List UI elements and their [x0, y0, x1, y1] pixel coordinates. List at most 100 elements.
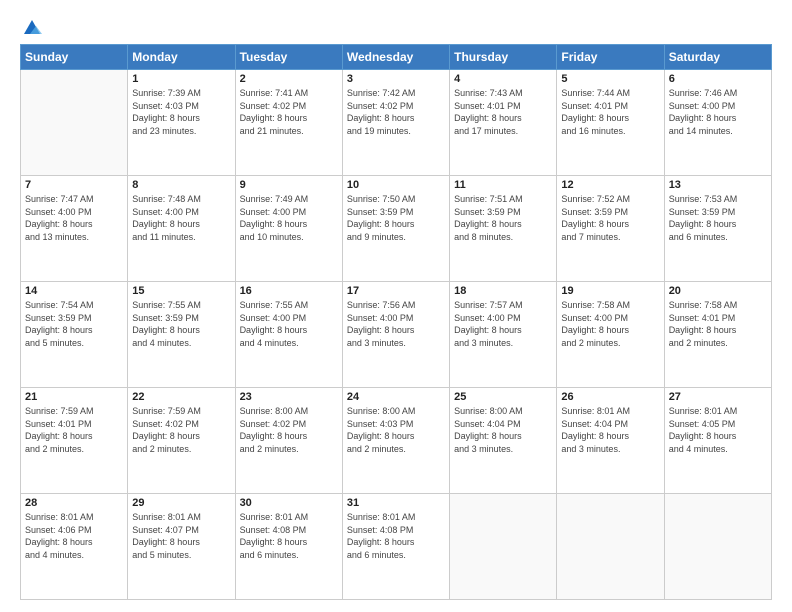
day-info: Sunrise: 8:00 AMSunset: 4:04 PMDaylight:… [454, 405, 552, 455]
day-info: Sunrise: 8:01 AMSunset: 4:08 PMDaylight:… [240, 511, 338, 561]
day-info: Sunrise: 7:43 AMSunset: 4:01 PMDaylight:… [454, 87, 552, 137]
day-number: 25 [454, 391, 552, 403]
calendar-week-row: 28 Sunrise: 8:01 AMSunset: 4:06 PMDayligh… [21, 494, 772, 600]
calendar-cell: 21 Sunrise: 7:59 AMSunset: 4:01 PMDayligh… [21, 388, 128, 494]
calendar-cell: 8Sunrise: 7:48 AMSunset: 4:00 PMDaylight… [128, 176, 235, 282]
calendar-day-header: Tuesday [235, 45, 342, 70]
calendar-cell: 5 Sunrise: 7:44 AMSunset: 4:01 PMDaylight… [557, 70, 664, 176]
day-info: Sunrise: 7:52 AMSunset: 3:59 PMDaylight:… [561, 193, 659, 243]
calendar-cell: 16 Sunrise: 7:55 AMSunset: 4:00 PMDayligh… [235, 282, 342, 388]
day-number: 18 [454, 285, 552, 297]
day-info: Sunrise: 7:53 AMSunset: 3:59 PMDaylight:… [669, 193, 767, 243]
calendar-table: SundayMondayTuesdayWednesdayThursdayFrid… [20, 44, 772, 600]
day-number: 8 [132, 179, 230, 191]
day-number: 23 [240, 391, 338, 403]
day-info: Sunrise: 7:49 AMSunset: 4:00 PMDaylight:… [240, 193, 338, 243]
calendar-cell: 24Sunrise: 8:00 AMSunset: 4:03 PMDayligh… [342, 388, 449, 494]
calendar-week-row: 1Sunrise: 7:39 AMSunset: 4:03 PMDaylight… [21, 70, 772, 176]
calendar-cell: 18 Sunrise: 7:57 AMSunset: 4:00 PMDayligh… [450, 282, 557, 388]
day-number: 30 [240, 497, 338, 509]
calendar-cell: 6 Sunrise: 7:46 AMSunset: 4:00 PMDaylight… [664, 70, 771, 176]
day-number: 19 [561, 285, 659, 297]
day-info: Sunrise: 8:01 AMSunset: 4:08 PMDaylight:… [347, 511, 445, 561]
calendar-cell [450, 494, 557, 600]
day-info: Sunrise: 7:47 AMSunset: 4:00 PMDaylight:… [25, 193, 123, 243]
calendar-cell: 17 Sunrise: 7:56 AMSunset: 4:00 PMDayligh… [342, 282, 449, 388]
calendar-cell: 19Sunrise: 7:58 AMSunset: 4:00 PMDayligh… [557, 282, 664, 388]
calendar-cell: 26 Sunrise: 8:01 AMSunset: 4:04 PMDayligh… [557, 388, 664, 494]
day-number: 29 [132, 497, 230, 509]
day-info: Sunrise: 7:50 AMSunset: 3:59 PMDaylight:… [347, 193, 445, 243]
day-info: Sunrise: 7:39 AMSunset: 4:03 PMDaylight:… [132, 87, 230, 137]
day-info: Sunrise: 8:01 AMSunset: 4:06 PMDaylight:… [25, 511, 123, 561]
calendar-cell: 20 Sunrise: 7:58 AMSunset: 4:01 PMDayligh… [664, 282, 771, 388]
day-number: 26 [561, 391, 659, 403]
day-number: 17 [347, 285, 445, 297]
day-info: Sunrise: 7:54 AMSunset: 3:59 PMDaylight:… [25, 299, 123, 349]
calendar-cell: 14 Sunrise: 7:54 AMSunset: 3:59 PMDayligh… [21, 282, 128, 388]
day-number: 3 [347, 73, 445, 85]
day-info: Sunrise: 7:58 AMSunset: 4:01 PMDaylight:… [669, 299, 767, 349]
calendar-week-row: 14 Sunrise: 7:54 AMSunset: 3:59 PMDayligh… [21, 282, 772, 388]
day-number: 16 [240, 285, 338, 297]
calendar-cell: 13 Sunrise: 7:53 AMSunset: 3:59 PMDayligh… [664, 176, 771, 282]
day-number: 15 [132, 285, 230, 297]
calendar-week-row: 21 Sunrise: 7:59 AMSunset: 4:01 PMDayligh… [21, 388, 772, 494]
day-number: 20 [669, 285, 767, 297]
day-number: 7 [25, 179, 123, 191]
calendar-cell: 1Sunrise: 7:39 AMSunset: 4:03 PMDaylight… [128, 70, 235, 176]
day-info: Sunrise: 7:56 AMSunset: 4:00 PMDaylight:… [347, 299, 445, 349]
day-info: Sunrise: 7:59 AMSunset: 4:01 PMDaylight:… [25, 405, 123, 455]
calendar-cell: 3Sunrise: 7:42 AMSunset: 4:02 PMDaylight… [342, 70, 449, 176]
calendar-day-header: Monday [128, 45, 235, 70]
calendar-cell: 28 Sunrise: 8:01 AMSunset: 4:06 PMDayligh… [21, 494, 128, 600]
calendar-cell: 27 Sunrise: 8:01 AMSunset: 4:05 PMDayligh… [664, 388, 771, 494]
calendar-cell [664, 494, 771, 600]
day-info: Sunrise: 7:51 AMSunset: 3:59 PMDaylight:… [454, 193, 552, 243]
calendar-cell: 2 Sunrise: 7:41 AMSunset: 4:02 PMDaylight… [235, 70, 342, 176]
day-number: 4 [454, 73, 552, 85]
page: SundayMondayTuesdayWednesdayThursdayFrid… [0, 0, 792, 612]
calendar-cell: 15 Sunrise: 7:55 AMSunset: 3:59 PMDayligh… [128, 282, 235, 388]
day-number: 6 [669, 73, 767, 85]
day-info: Sunrise: 7:41 AMSunset: 4:02 PMDaylight:… [240, 87, 338, 137]
day-info: Sunrise: 8:01 AMSunset: 4:07 PMDaylight:… [132, 511, 230, 561]
calendar-cell [557, 494, 664, 600]
day-number: 12 [561, 179, 659, 191]
day-info: Sunrise: 7:57 AMSunset: 4:00 PMDaylight:… [454, 299, 552, 349]
day-number: 5 [561, 73, 659, 85]
day-number: 31 [347, 497, 445, 509]
day-number: 28 [25, 497, 123, 509]
calendar-day-header: Friday [557, 45, 664, 70]
day-info: Sunrise: 7:55 AMSunset: 4:00 PMDaylight:… [240, 299, 338, 349]
day-info: Sunrise: 8:00 AMSunset: 4:02 PMDaylight:… [240, 405, 338, 455]
day-info: Sunrise: 7:55 AMSunset: 3:59 PMDaylight:… [132, 299, 230, 349]
day-number: 2 [240, 73, 338, 85]
logo-icon [22, 18, 42, 38]
calendar-header-row: SundayMondayTuesdayWednesdayThursdayFrid… [21, 45, 772, 70]
calendar-cell: 12 Sunrise: 7:52 AMSunset: 3:59 PMDayligh… [557, 176, 664, 282]
day-info: Sunrise: 7:46 AMSunset: 4:00 PMDaylight:… [669, 87, 767, 137]
day-number: 14 [25, 285, 123, 297]
day-info: Sunrise: 8:01 AMSunset: 4:05 PMDaylight:… [669, 405, 767, 455]
calendar-cell: 22 Sunrise: 7:59 AMSunset: 4:02 PMDayligh… [128, 388, 235, 494]
day-number: 21 [25, 391, 123, 403]
header [20, 18, 772, 34]
calendar-cell: 31 Sunrise: 8:01 AMSunset: 4:08 PMDayligh… [342, 494, 449, 600]
calendar-cell: 25 Sunrise: 8:00 AMSunset: 4:04 PMDayligh… [450, 388, 557, 494]
day-number: 9 [240, 179, 338, 191]
day-info: Sunrise: 7:44 AMSunset: 4:01 PMDaylight:… [561, 87, 659, 137]
day-info: Sunrise: 7:59 AMSunset: 4:02 PMDaylight:… [132, 405, 230, 455]
day-number: 22 [132, 391, 230, 403]
day-info: Sunrise: 8:00 AMSunset: 4:03 PMDaylight:… [347, 405, 445, 455]
calendar-cell: 23 Sunrise: 8:00 AMSunset: 4:02 PMDayligh… [235, 388, 342, 494]
calendar-cell: 30 Sunrise: 8:01 AMSunset: 4:08 PMDayligh… [235, 494, 342, 600]
day-number: 10 [347, 179, 445, 191]
day-number: 11 [454, 179, 552, 191]
calendar-cell [21, 70, 128, 176]
day-number: 27 [669, 391, 767, 403]
day-info: Sunrise: 8:01 AMSunset: 4:04 PMDaylight:… [561, 405, 659, 455]
calendar-cell: 11 Sunrise: 7:51 AMSunset: 3:59 PMDayligh… [450, 176, 557, 282]
logo [20, 18, 42, 34]
day-number: 13 [669, 179, 767, 191]
